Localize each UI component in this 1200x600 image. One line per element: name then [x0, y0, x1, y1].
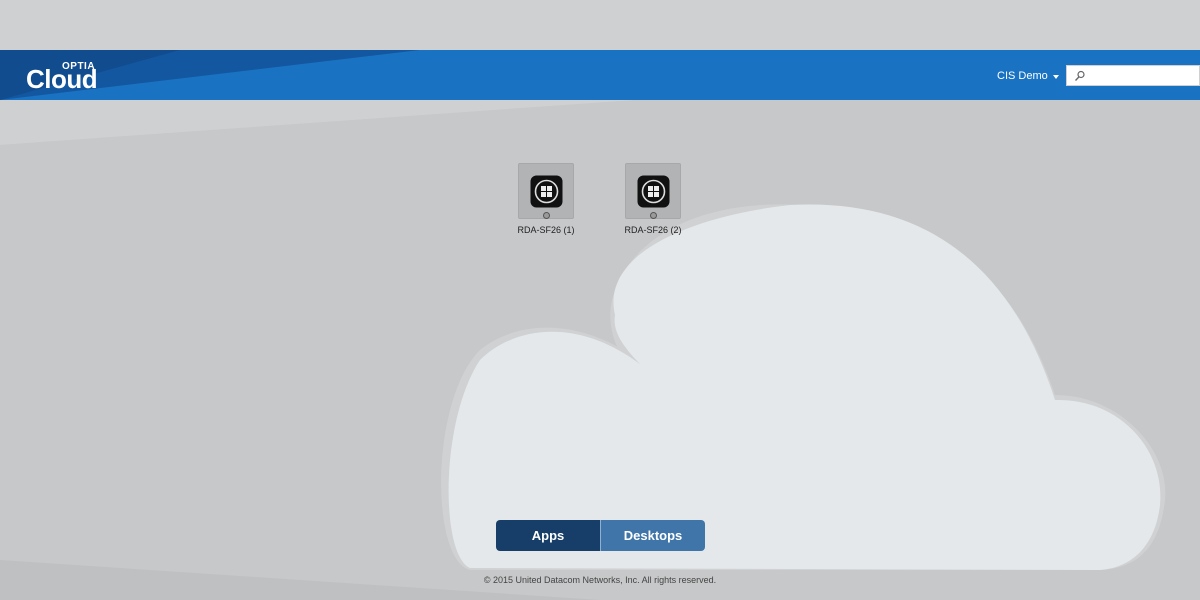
app-tile-icon-box[interactable] — [518, 163, 574, 219]
app-label: RDA-SF26 (1) — [517, 225, 575, 235]
search-box[interactable] — [1066, 65, 1200, 86]
app-label: RDA-SF26 (2) — [624, 225, 682, 235]
tab-desktops[interactable]: Desktops — [600, 520, 705, 551]
app-tile-rda-sf26-1[interactable]: RDA-SF26 (1) — [506, 163, 586, 243]
optia-cloud-logo[interactable]: OPTIA Cloud — [26, 60, 136, 94]
caret-down-icon — [1052, 74, 1059, 79]
footer-copyright: © 2015 United Datacom Networks, Inc. All… — [483, 575, 717, 585]
app-status-indicator — [650, 212, 657, 219]
app-tile-rda-sf26-2[interactable]: RDA-SF26 (2) — [613, 163, 693, 243]
logo-cloud-text: Cloud — [26, 64, 98, 94]
search-icon — [1074, 70, 1085, 81]
user-menu-label: CIS Demo — [997, 70, 1048, 82]
app-tile-icon-box[interactable] — [625, 163, 681, 219]
windows-icon — [530, 175, 563, 208]
user-menu-dropdown[interactable]: CIS Demo — [997, 68, 1059, 84]
tab-apps[interactable]: Apps — [496, 520, 600, 551]
app-status-indicator — [543, 212, 550, 219]
search-input[interactable] — [1087, 67, 1197, 84]
view-toggle-tabs: Apps Desktops — [496, 520, 705, 551]
top-header-bar: OPTIA Cloud CIS Demo — [0, 50, 1200, 100]
windows-icon — [637, 175, 670, 208]
